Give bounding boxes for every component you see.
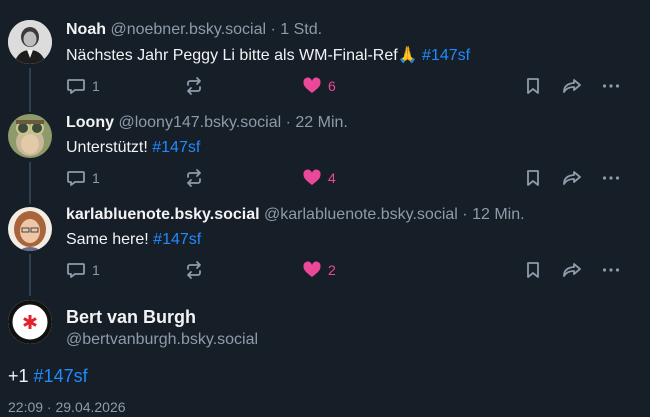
post-text: Unterstützt! #147sf — [66, 139, 200, 157]
reply-icon — [67, 79, 85, 94]
post-body: +1 — [8, 366, 29, 386]
post-actions: 1 6 — [66, 76, 626, 96]
reply-count: 1 — [92, 78, 100, 94]
share-button[interactable] — [562, 168, 582, 188]
author-name[interactable]: karlabluenote.bsky.social — [66, 206, 260, 223]
hashtag-link[interactable]: #147sf — [34, 366, 88, 386]
repost-button[interactable] — [184, 168, 204, 188]
bookmark-icon — [527, 170, 539, 186]
post-actions: 1 4 — [66, 168, 626, 188]
post-actions: 1 2 — [66, 260, 626, 280]
post-header: Noah @noebner.bsky.social · 1 Std. — [66, 21, 322, 39]
reply-button[interactable]: 1 — [66, 168, 100, 188]
repost-button[interactable] — [184, 76, 204, 96]
bookmark-button[interactable] — [523, 260, 543, 280]
post-body: Unterstützt! — [66, 139, 153, 156]
repost-button[interactable] — [184, 260, 204, 280]
like-count: 2 — [328, 262, 336, 278]
reply-post[interactable]: Loony @loony147.bsky.social · 22 Min. Un… — [0, 110, 650, 202]
post-text: Same here! #147sf — [66, 231, 201, 249]
hashtag-link[interactable]: #147sf — [153, 231, 201, 248]
hashtag-link[interactable]: #147sf — [152, 139, 200, 156]
share-icon — [563, 171, 581, 185]
repost-icon — [187, 77, 201, 95]
author-handle[interactable]: @noebner.bsky.social — [110, 21, 266, 38]
reply-post[interactable]: karlabluenote.bsky.social @karlabluenote… — [0, 202, 650, 294]
share-icon — [563, 263, 581, 277]
post-time[interactable]: · 12 Min. — [462, 206, 524, 223]
avatar[interactable] — [8, 300, 52, 344]
like-button[interactable]: 4 — [302, 168, 336, 188]
author-name[interactable]: Bert van Burgh — [66, 307, 196, 328]
author-name[interactable]: Noah — [66, 21, 106, 38]
ellipsis-icon — [602, 176, 620, 180]
reply-icon — [67, 263, 85, 278]
post-time[interactable]: · 22 Min. — [286, 114, 348, 131]
bookmark-button[interactable] — [523, 76, 543, 96]
post-body: Same here! — [66, 231, 149, 248]
repost-icon — [187, 169, 201, 187]
reply-icon — [67, 171, 85, 186]
more-options-button[interactable] — [601, 260, 621, 280]
like-count: 4 — [328, 170, 336, 186]
author-name[interactable]: Loony — [66, 114, 114, 131]
post-body: Nächstes Jahr Peggy Li bitte als WM-Fina… — [66, 47, 418, 64]
more-options-button[interactable] — [601, 168, 621, 188]
share-button[interactable] — [562, 260, 582, 280]
share-icon — [563, 79, 581, 93]
heart-icon — [303, 77, 321, 93]
avatar[interactable] — [8, 207, 52, 251]
reply-count: 1 — [92, 262, 100, 278]
author-handle[interactable]: @karlabluenote.bsky.social — [264, 206, 458, 223]
author-handle[interactable]: @loony147.bsky.social — [118, 114, 281, 131]
reply-button[interactable]: 1 — [66, 260, 100, 280]
reply-post[interactable]: Noah @noebner.bsky.social · 1 Std. Nächs… — [0, 0, 650, 110]
reply-button[interactable]: 1 — [66, 76, 100, 96]
post-time[interactable]: · 1 Std. — [271, 21, 323, 38]
heart-icon — [303, 261, 321, 277]
bookmark-icon — [527, 78, 539, 94]
reply-count: 1 — [92, 170, 100, 186]
like-button[interactable]: 2 — [302, 260, 336, 280]
ellipsis-icon — [602, 84, 620, 88]
share-button[interactable] — [562, 76, 582, 96]
like-button[interactable]: 6 — [302, 76, 336, 96]
post-header: karlabluenote.bsky.social @karlabluenote… — [66, 206, 525, 224]
bookmark-button[interactable] — [523, 168, 543, 188]
hashtag-link[interactable]: #147sf — [422, 47, 470, 64]
avatar[interactable] — [8, 20, 52, 64]
post-timestamp: 22:09 · 29.04.2026 — [8, 399, 126, 415]
avatar[interactable] — [8, 114, 52, 158]
ellipsis-icon — [602, 268, 620, 272]
repost-icon — [187, 261, 201, 279]
post-header: Loony @loony147.bsky.social · 22 Min. — [66, 114, 348, 132]
post-text: Nächstes Jahr Peggy Li bitte als WM-Fina… — [66, 45, 470, 65]
bookmark-icon — [527, 262, 539, 278]
like-count: 6 — [328, 78, 336, 94]
post-text: +1 #147sf — [8, 366, 88, 387]
more-options-button[interactable] — [601, 76, 621, 96]
author-handle[interactable]: @bertvanburgh.bsky.social — [66, 331, 258, 349]
heart-icon — [303, 169, 321, 185]
